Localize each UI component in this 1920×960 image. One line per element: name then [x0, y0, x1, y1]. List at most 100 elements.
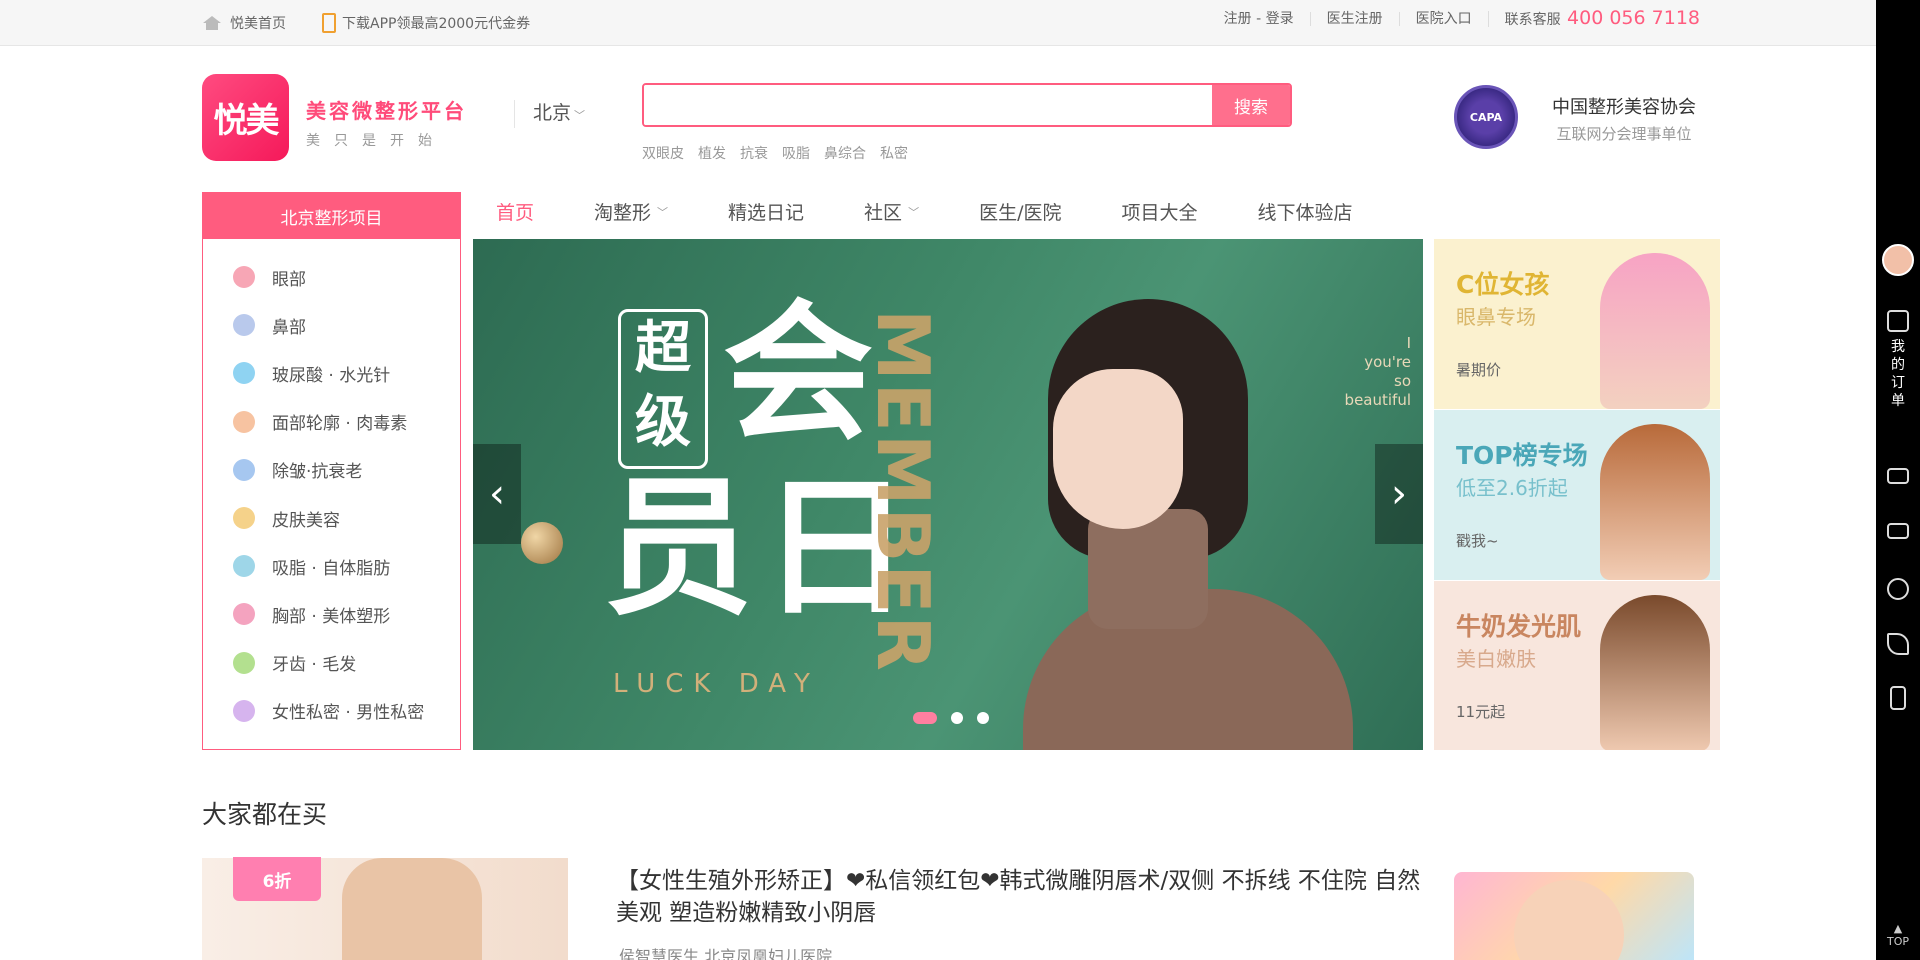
promo-tile-c-girl[interactable]: C位女孩 眼鼻专场 暑期价	[1434, 239, 1720, 409]
category-item[interactable]: 女性私密 · 男性私密	[203, 687, 460, 735]
nav-item-label: 社区	[864, 202, 903, 224]
my-orders-button[interactable]: 我的订单	[1876, 310, 1920, 410]
city-selector[interactable]: 北京 ﹀	[514, 100, 585, 128]
gold-ball-decoration	[521, 522, 563, 564]
nav-item[interactable]: 项目大全	[1121, 198, 1197, 225]
promo-tile-milk-skin[interactable]: 牛奶发光肌 美白嫩肤 11元起	[1434, 581, 1720, 750]
page: 悦美首页 下载APP领最高2000元代金券 注册 - 登录 医生注册 医院入口 …	[0, 0, 1920, 960]
nav-item-label: 项目大全	[1121, 202, 1198, 224]
category-label: 鼻部	[272, 317, 306, 338]
side-ad-image[interactable]	[1454, 872, 1694, 960]
association-badge-text: CAPA	[1469, 110, 1503, 124]
phone-app-icon	[322, 13, 336, 33]
city-label: 北京	[533, 102, 572, 124]
main-nav: 首页 淘整形 ﹀ 精选日记 社区 ﹀ 医生/医院 项目大全 线下体验店	[496, 198, 1413, 225]
promo-tile-top-list[interactable]: TOP榜专场 低至2.6折起 戳我~	[1434, 410, 1720, 580]
banner-english-line: I	[1406, 334, 1411, 352]
banner-next-button[interactable]: ›	[1375, 444, 1423, 544]
category-item[interactable]: 面部轮廓 · 肉毒素	[203, 398, 460, 446]
chevron-down-icon: ﹀	[657, 205, 669, 219]
hot-keyword[interactable]: 鼻综合	[824, 143, 866, 163]
banner-english-text: I you're so beautiful	[1345, 334, 1411, 410]
product-doctor[interactable]: 侯智慧医生	[619, 947, 699, 960]
nav-item-label: 首页	[496, 202, 535, 224]
category-item[interactable]: 玻尿酸 · 水光针	[203, 349, 460, 397]
back-to-top-label: TOP	[1886, 935, 1909, 948]
banner-big-text-top: 会	[723, 287, 874, 461]
mobile-app-button[interactable]	[1876, 686, 1920, 710]
category-item[interactable]: 眼部	[203, 253, 460, 301]
hot-keyword[interactable]: 私密	[880, 143, 908, 163]
message-button[interactable]	[1876, 468, 1920, 484]
association-seal: CAPA	[1454, 85, 1518, 149]
category-icon	[233, 507, 255, 530]
category-menu: 北京整形项目 眼部 鼻部 玻尿酸 · 水光针 面部轮廓 · 肉毒素 除皱·抗衰老 皮肤美容…	[202, 192, 461, 750]
hot-keyword[interactable]: 抗衰	[740, 143, 768, 163]
banner-dot[interactable]	[913, 712, 937, 724]
nav-item[interactable]: 首页	[496, 198, 534, 225]
discount-badge: 6折	[233, 857, 321, 901]
site-logo[interactable]: 悦美	[202, 74, 289, 161]
banner-dot[interactable]	[951, 712, 963, 724]
promo-subtitle: 美白嫩肤	[1456, 647, 1536, 671]
chat-bubble-icon	[1887, 578, 1909, 600]
register-login-link[interactable]: 注册 - 登录	[1208, 12, 1310, 26]
nav-item[interactable]: 社区 ﹀	[864, 198, 919, 225]
logo-text: 悦美	[213, 101, 280, 141]
ticket-icon	[1887, 523, 1909, 539]
banner-footer-text: LUCK DAY	[613, 669, 820, 699]
category-item[interactable]: 除皱·抗衰老	[203, 446, 460, 494]
back-to-top-button[interactable]: ▲ TOP	[1876, 922, 1920, 948]
category-item[interactable]: 鼻部	[203, 301, 460, 349]
nav-item[interactable]: 线下体验店	[1257, 198, 1352, 225]
category-item[interactable]: 吸脂 · 自体脂肪	[203, 542, 460, 590]
nav-item-label: 淘整形	[594, 202, 652, 224]
home-link[interactable]: 悦美首页	[202, 13, 286, 33]
nav-item[interactable]: 淘整形 ﹀	[594, 198, 668, 225]
hero-banner[interactable]: 超级 会 员日 MEMBER LUCK DAY I you're so beau…	[473, 239, 1423, 750]
banner-prev-button[interactable]: ‹	[473, 444, 521, 544]
promo-title: 牛奶发光肌	[1456, 612, 1582, 641]
search-button[interactable]: 搜索	[1212, 85, 1290, 125]
banner-english-line: beautiful	[1344, 391, 1411, 409]
promo-note: 戳我~	[1456, 532, 1499, 550]
nav-item-label: 医生/医院	[979, 202, 1062, 224]
chevron-down-icon: ﹀	[908, 205, 920, 219]
slogan-main: 美容微整形平台	[306, 99, 467, 123]
banner-vertical-text: MEMBER	[861, 309, 945, 673]
search-input[interactable]	[644, 85, 1212, 125]
hot-keyword[interactable]: 植发	[698, 143, 726, 163]
nav-item-label: 精选日记	[728, 202, 805, 224]
category-icon	[233, 699, 255, 722]
banner-dot[interactable]	[977, 712, 989, 724]
category-icon	[233, 266, 255, 289]
hotline-number[interactable]: 400 056 7118	[1567, 7, 1700, 29]
coupon-button[interactable]	[1876, 523, 1920, 539]
order-list-icon	[1887, 310, 1909, 332]
category-item[interactable]: 皮肤美容	[203, 494, 460, 542]
nav-item[interactable]: 医生/医院	[979, 198, 1061, 225]
hot-keyword[interactable]: 吸脂	[782, 143, 810, 163]
promo-note: 11元起	[1456, 703, 1506, 721]
doctor-register-link[interactable]: 医生注册	[1309, 12, 1399, 26]
promo-note: 暑期价	[1456, 361, 1502, 379]
category-item[interactable]: 牙齿 · 毛发	[203, 639, 460, 687]
home-icon	[203, 16, 221, 30]
banner-english-line: you're	[1364, 353, 1411, 371]
mobile-icon	[1890, 686, 1906, 710]
hot-keyword[interactable]: 双眼皮	[642, 143, 684, 163]
hospital-entry-link[interactable]: 医院入口	[1398, 12, 1488, 26]
phone-button[interactable]	[1876, 633, 1920, 655]
customer-avatar-button[interactable]	[1876, 244, 1920, 276]
category-label: 胸部 · 美体塑形	[272, 606, 391, 627]
product-title[interactable]: 【女性生殖外形矫正】❤私信领红包❤韩式微雕阴唇术/双侧 不拆线 不住院 自然美观…	[616, 865, 1426, 929]
banner-english-line: so	[1394, 372, 1411, 390]
chat-button[interactable]	[1876, 578, 1920, 600]
category-item[interactable]: 胸部 · 美体塑形	[203, 590, 460, 638]
app-download-link[interactable]: 下载APP领最高2000元代金券	[322, 13, 530, 33]
category-icon	[233, 314, 255, 337]
nav-item-label: 线下体验店	[1257, 202, 1353, 224]
nav-item[interactable]: 精选日记	[728, 198, 804, 225]
service-label: 联系客服	[1504, 12, 1561, 28]
product-hospital[interactable]: 北京凤凰妇儿医院	[704, 947, 832, 960]
